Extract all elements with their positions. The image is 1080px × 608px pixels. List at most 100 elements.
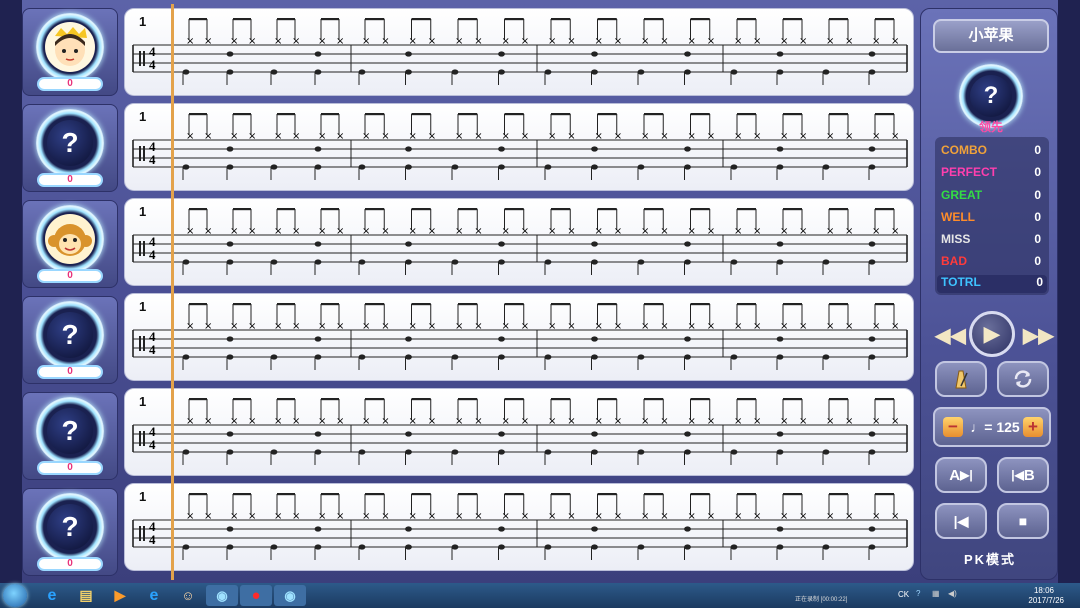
svg-text:×: × bbox=[409, 226, 417, 237]
question-mark-icon: ? bbox=[47, 408, 93, 454]
tempo-decrease-button[interactable]: − bbox=[943, 417, 963, 437]
folder-icon[interactable]: ▤ bbox=[70, 585, 102, 606]
stat-well: WELL 0 bbox=[941, 210, 1045, 228]
svg-text:×: × bbox=[474, 416, 482, 427]
player-slot-4[interactable]: ? 0 bbox=[22, 296, 118, 384]
svg-text:×: × bbox=[292, 226, 300, 237]
drum-app-icon-2[interactable]: ◉ bbox=[274, 585, 306, 606]
svg-text:×: × bbox=[548, 416, 556, 427]
svg-text:×: × bbox=[186, 131, 194, 142]
svg-text:×: × bbox=[872, 416, 880, 427]
staff-notation: 44× × × × × × × × × × × × × × × × × × × × × × × × × × × × × × × × bbox=[132, 398, 908, 465]
rewind-icon[interactable]: ◀◀ bbox=[935, 323, 966, 348]
question-mark-icon: ? bbox=[970, 75, 1012, 117]
svg-text:×: × bbox=[614, 131, 622, 142]
volume-icon[interactable]: ◀) bbox=[948, 589, 957, 598]
staff-row[interactable]: 1 4 4 × × × × × × × × × × × × × × × × × × × × × × × × × × × × × × × × bbox=[124, 293, 914, 381]
svg-text:×: × bbox=[428, 131, 436, 142]
stat-label: MISS bbox=[941, 232, 971, 246]
staff-row[interactable]: 1 4 4 × × × × × × × × × × × × × × × × × × × × × × × × × × × × × × × × bbox=[124, 8, 914, 96]
tempo-control: − ♩= 125 + bbox=[933, 407, 1051, 447]
language-indicator[interactable]: CK bbox=[898, 590, 909, 599]
staff-notation: 44× × × × × × × × × × × × × × × × × × × × × × × × × × × × × × × × bbox=[132, 18, 908, 85]
set-a-button[interactable]: A ▶| bbox=[935, 457, 987, 493]
svg-text:×: × bbox=[614, 36, 622, 47]
stat-value: 0 bbox=[1034, 232, 1041, 246]
app-avatar-icon[interactable]: ☺ bbox=[172, 585, 204, 606]
svg-text:×: × bbox=[641, 226, 649, 237]
svg-text:×: × bbox=[204, 511, 212, 522]
staff-row[interactable]: 1 4 4 × × × × × × × × × × × × × × × × × × × × × × × × × × × × × × × × bbox=[124, 103, 914, 191]
svg-text:×: × bbox=[318, 511, 326, 522]
stat-great: GREAT 0 bbox=[941, 188, 1045, 206]
player-score: 0 bbox=[37, 269, 103, 283]
tempo-value: ♩= 125 bbox=[970, 419, 1020, 435]
stop-button[interactable]: ■ bbox=[997, 503, 1049, 539]
svg-text:×: × bbox=[707, 321, 715, 332]
drum-app-icon[interactable]: ◉ bbox=[206, 585, 238, 606]
staff-row[interactable]: 1 4 4 × × × × × × × × × × × × × × × × × × × × × × × × × × × × × × × × bbox=[124, 388, 914, 476]
tempo-increase-button[interactable]: + bbox=[1023, 417, 1043, 437]
svg-text:×: × bbox=[204, 226, 212, 237]
staff-row[interactable]: 1 4 4 × × × × × × × × × × × × × × × × × × × × × × × × × × × × × × × × bbox=[124, 198, 914, 286]
stat-label: WELL bbox=[941, 210, 975, 224]
svg-text:×: × bbox=[734, 416, 742, 427]
ie-icon[interactable]: e bbox=[36, 585, 68, 606]
help-icon[interactable]: ? bbox=[916, 589, 920, 598]
player-slot-5[interactable]: ? 0 bbox=[22, 392, 118, 480]
network-icon[interactable]: ▦ bbox=[932, 589, 940, 598]
boy-avatar-icon bbox=[45, 22, 95, 72]
svg-text:×: × bbox=[455, 226, 463, 237]
avatar-ring bbox=[36, 205, 104, 273]
browser-icon[interactable]: e bbox=[138, 585, 170, 606]
svg-text:×: × bbox=[186, 226, 194, 237]
staff-notation: 44× × × × × × × × × × × × × × × × × × × × × × × × × × × × × × × × bbox=[132, 113, 908, 180]
svg-text:×: × bbox=[799, 511, 807, 522]
svg-text:×: × bbox=[455, 511, 463, 522]
svg-text:×: × bbox=[274, 131, 282, 142]
svg-text:×: × bbox=[891, 321, 899, 332]
start-button[interactable] bbox=[3, 584, 27, 607]
svg-text:×: × bbox=[688, 131, 696, 142]
svg-text:×: × bbox=[409, 416, 417, 427]
svg-text:×: × bbox=[660, 321, 668, 332]
player-score: 0 bbox=[37, 173, 103, 187]
avatar-ring: ? bbox=[36, 397, 104, 465]
set-b-button[interactable]: |◀ B bbox=[997, 457, 1049, 493]
playhead-cursor[interactable] bbox=[171, 4, 174, 580]
svg-text:×: × bbox=[336, 36, 344, 47]
svg-text:×: × bbox=[660, 416, 668, 427]
player-slot-3[interactable]: 0 bbox=[22, 200, 118, 288]
svg-text:×: × bbox=[474, 36, 482, 47]
media-player-icon[interactable]: ▶ bbox=[104, 585, 136, 606]
svg-text:×: × bbox=[428, 511, 436, 522]
svg-text:×: × bbox=[548, 226, 556, 237]
fast-forward-icon[interactable]: ▶▶ bbox=[1023, 323, 1054, 348]
skip-to-start-button[interactable]: |◀ bbox=[935, 503, 987, 539]
svg-text:×: × bbox=[204, 416, 212, 427]
loop-button[interactable] bbox=[997, 361, 1049, 397]
player-slot-2[interactable]: ? 0 bbox=[22, 104, 118, 192]
svg-text:×: × bbox=[521, 226, 529, 237]
svg-text:×: × bbox=[186, 321, 194, 332]
avatar-ring: ? bbox=[36, 493, 104, 561]
svg-text:×: × bbox=[455, 36, 463, 47]
clock-date: 2017/7/26 bbox=[1028, 596, 1064, 605]
svg-text:×: × bbox=[318, 131, 326, 142]
svg-text:×: × bbox=[428, 36, 436, 47]
mode-label: PK模式 bbox=[963, 552, 1017, 567]
svg-text:×: × bbox=[502, 321, 510, 332]
svg-text:×: × bbox=[186, 511, 194, 522]
play-button[interactable]: ▶ bbox=[969, 311, 1015, 357]
svg-text:×: × bbox=[799, 416, 807, 427]
svg-text:×: × bbox=[274, 226, 282, 237]
time-signature: 4 bbox=[149, 437, 156, 452]
player-slot-1[interactable]: 0 bbox=[22, 8, 118, 96]
record-icon[interactable]: ● bbox=[240, 585, 272, 606]
svg-text:×: × bbox=[336, 226, 344, 237]
player-slot-6[interactable]: ? 0 bbox=[22, 488, 118, 576]
staff-row[interactable]: 1 4 4 × × × × × × × × × × × × × × × × × × × × × × × × × × × × × × × × bbox=[124, 483, 914, 571]
metronome-button[interactable] bbox=[935, 361, 987, 397]
svg-text:×: × bbox=[248, 226, 256, 237]
svg-text:×: × bbox=[455, 416, 463, 427]
